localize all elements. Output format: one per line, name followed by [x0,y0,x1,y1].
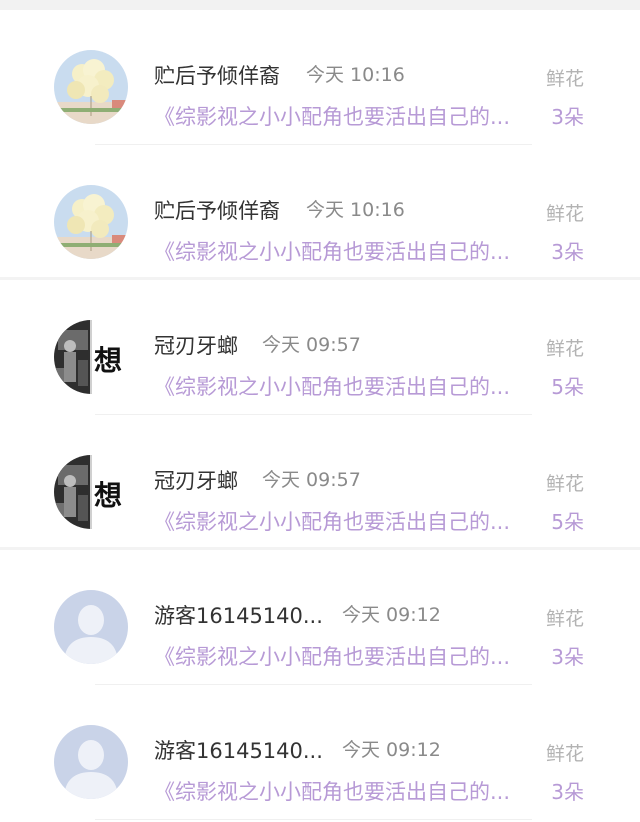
default-user-avatar-icon [54,725,128,799]
avatar[interactable] [54,590,128,664]
flower-label: 鲜花 [545,68,584,90]
flower-label: 鲜花 [545,338,584,360]
balloons-avatar-icon [54,185,128,259]
user-name[interactable]: 贮后予倾佯裔 [154,195,280,225]
book-link[interactable]: 《综影视之小小配角也要活出自己的... [154,371,534,401]
book-link[interactable]: 《综影视之小小配角也要活出自己的... [154,641,534,671]
flower-count: 3朵 [551,105,584,129]
flower-count: 3朵 [551,645,584,669]
avatar-character: 想 [94,344,123,377]
user-name[interactable]: 游客16145140... [154,735,323,765]
user-name[interactable]: 冠刃牙螂 [154,465,238,495]
list-item[interactable]: 想 冠刃牙螂 今天 09:57 《综影视之小小配角也要活出自己的... 鲜花 5… [0,280,640,415]
flower-gift-list: 贮后予倾佯裔 今天 10:16 《综影视之小小配角也要活出自己的... 鲜花 3… [0,10,640,820]
list-item[interactable]: 贮后予倾佯裔 今天 10:16 《综影视之小小配角也要活出自己的... 鲜花 3… [0,145,640,280]
flower-count: 5朵 [551,375,584,399]
flower-label: 鲜花 [545,203,584,225]
timestamp: 今天 09:12 [342,739,441,761]
avatar[interactable] [54,50,128,124]
top-bar [0,0,640,10]
timestamp: 今天 09:57 [262,334,361,356]
flower-label: 鲜花 [545,743,584,765]
avatar[interactable] [54,185,128,259]
user-name[interactable]: 冠刃牙螂 [154,330,238,360]
flower-count: 3朵 [551,240,584,264]
flower-count: 5朵 [551,510,584,534]
flower-count: 3朵 [551,780,584,804]
avatar[interactable]: 想 [54,455,128,529]
book-link[interactable]: 《综影视之小小配角也要活出自己的... [154,776,534,806]
timestamp: 今天 09:12 [342,604,441,626]
flower-label: 鲜花 [545,608,584,630]
book-link[interactable]: 《综影视之小小配角也要活出自己的... [154,236,534,266]
book-link[interactable]: 《综影视之小小配角也要活出自己的... [154,506,534,536]
balloons-avatar-icon [54,50,128,124]
list-item[interactable]: 想 冠刃牙螂 今天 09:57 《综影视之小小配角也要活出自己的... 鲜花 5… [0,415,640,550]
flower-label: 鲜花 [545,473,584,495]
avatar[interactable]: 想 [54,320,128,394]
timestamp: 今天 10:16 [306,199,405,221]
avatar-character: 想 [94,479,123,512]
default-user-avatar-icon [54,590,128,664]
user-name[interactable]: 游客16145140... [154,600,323,630]
book-link[interactable]: 《综影视之小小配角也要活出自己的... [154,101,534,131]
list-item[interactable]: 游客16145140... 今天 09:12 《综影视之小小配角也要活出自己的.… [0,550,640,685]
avatar[interactable] [54,725,128,799]
timestamp: 今天 10:16 [306,64,405,86]
user-name[interactable]: 贮后予倾佯裔 [154,60,280,90]
list-item[interactable]: 游客16145140... 今天 09:12 《综影视之小小配角也要活出自己的.… [0,685,640,820]
list-item[interactable]: 贮后予倾佯裔 今天 10:16 《综影视之小小配角也要活出自己的... 鲜花 3… [0,10,640,145]
timestamp: 今天 09:57 [262,469,361,491]
